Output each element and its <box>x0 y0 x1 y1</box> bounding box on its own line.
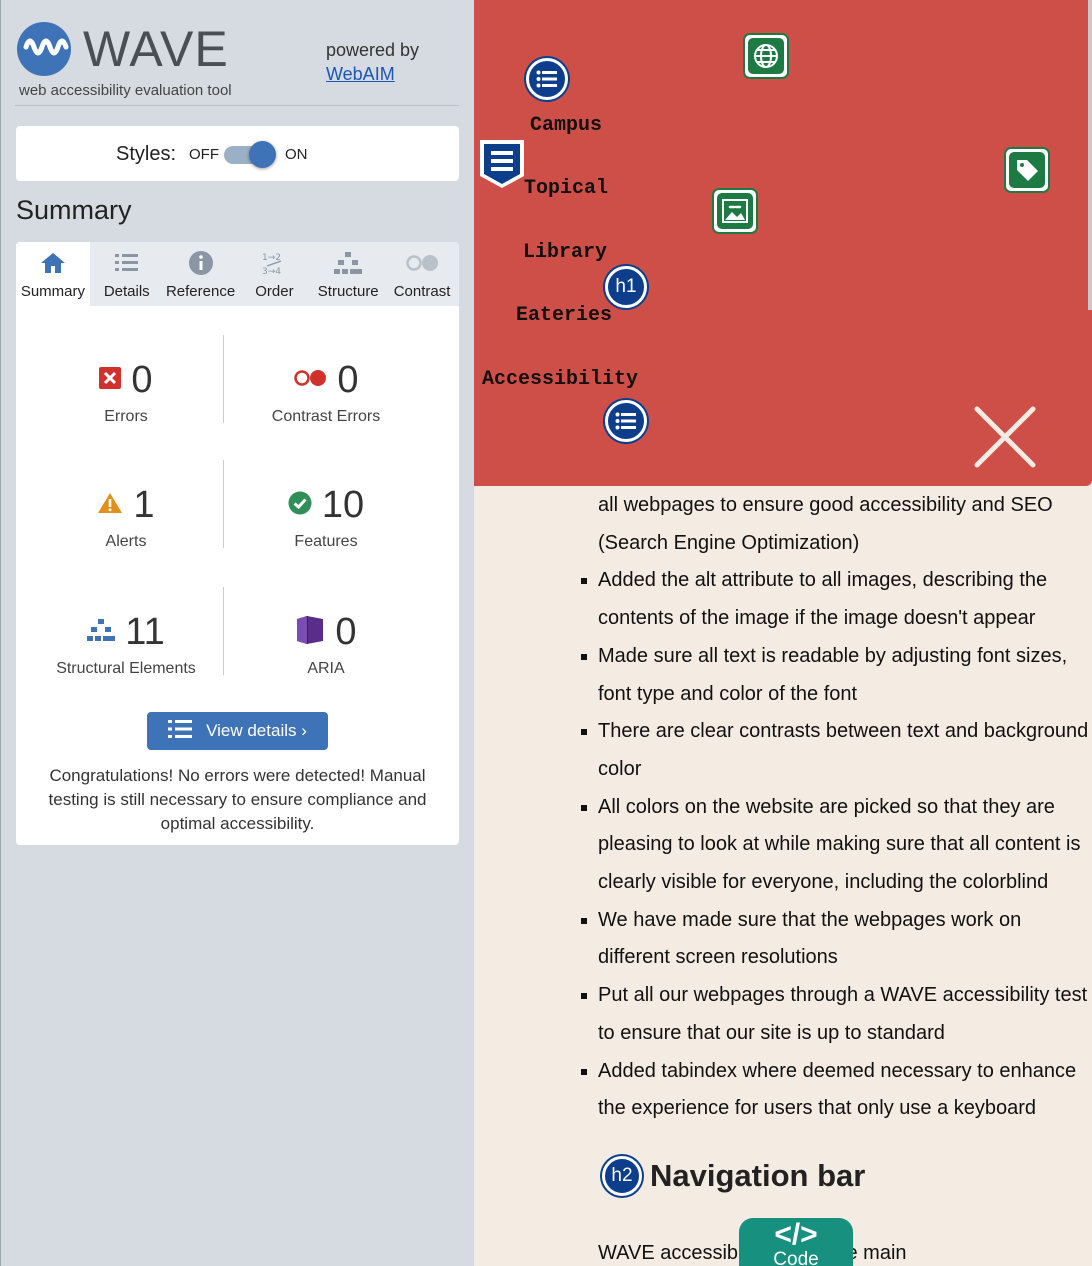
styles-toggle-box: Styles: OFF ON <box>16 126 459 181</box>
language-globe-icon[interactable] <box>743 33 789 79</box>
tag-icon[interactable] <box>1004 147 1050 193</box>
error-icon <box>99 366 122 394</box>
tab-label: Summary <box>20 283 85 300</box>
code-button[interactable]: </> Code <box>739 1218 853 1266</box>
h1-heading-icon[interactable]: h1 <box>605 266 647 308</box>
navigation-menu: Campus Topical Library Eateries Accessib… <box>474 0 1092 486</box>
h1-badge-label: h1 <box>615 276 637 297</box>
stat-aria[interactable]: 0 ARIA <box>226 610 426 678</box>
tab-label: Order <box>255 283 294 300</box>
alerts-count: 1 <box>133 483 155 526</box>
tab-label: Contrast <box>393 283 451 300</box>
styles-off-label: OFF <box>189 146 219 163</box>
list-item: We have made sure that the webpages work… <box>581 902 1092 977</box>
navigation-bar-heading: h2 Navigation bar <box>602 1156 865 1196</box>
structural-label: Structural Elements <box>56 660 196 677</box>
contrast-icon <box>385 250 459 276</box>
nav-item-accessibility[interactable]: Accessibility <box>482 368 638 391</box>
errors-label: Errors <box>104 408 148 425</box>
wave-logo-icon[interactable] <box>17 22 71 76</box>
alerts-label: Alerts <box>105 533 147 550</box>
stat-structural-elements[interactable]: 11 Structural Elements <box>26 610 226 678</box>
stat-contrast-errors[interactable]: 0 Contrast Errors <box>226 358 426 426</box>
contrast-errors-label: Contrast Errors <box>271 408 381 425</box>
code-button-label: Code <box>773 1249 819 1266</box>
contrast-error-icon <box>293 369 327 392</box>
accessibility-content: all webpages to ensure good accessibilit… <box>581 487 1092 1128</box>
list-structure-icon[interactable] <box>526 58 568 100</box>
tab-label: Reference <box>165 283 236 300</box>
code-icon: </> <box>774 1218 818 1251</box>
stat-features[interactable]: 10 Features <box>226 483 426 551</box>
nav-item-campus[interactable]: Campus <box>530 114 602 137</box>
errors-count: 0 <box>131 358 153 401</box>
home-icon <box>16 250 90 276</box>
stat-alerts[interactable]: 1 Alerts <box>26 483 226 551</box>
list-item: Put all our webpages through a WAVE acce… <box>581 977 1092 1052</box>
powered-by: powered by WebAIM <box>326 38 419 86</box>
summary-heading: Summary <box>16 195 132 225</box>
nav-item-topical[interactable]: Topical <box>524 177 608 200</box>
tab-details[interactable]: Details <box>90 242 164 306</box>
webaim-link[interactable]: WebAIM <box>326 64 395 84</box>
order-icon: 1→2 3→4 <box>237 250 311 276</box>
wave-tagline: web accessibility evaluation tool <box>19 82 232 99</box>
list-item: There are clear contrasts between text a… <box>581 713 1092 788</box>
structural-count: 11 <box>125 610 165 653</box>
list-item: all webpages to ensure good accessibilit… <box>598 494 1053 554</box>
list-item: Made sure all text is readable by adjust… <box>581 638 1092 713</box>
structure-icon <box>311 250 385 276</box>
feature-check-icon <box>288 491 312 520</box>
list-item: Added tabindex where deemed necessary to… <box>581 1053 1092 1128</box>
info-icon <box>164 250 238 276</box>
styles-toggle-knob[interactable] <box>249 141 276 168</box>
navigation-region-icon[interactable] <box>478 138 526 190</box>
list-icon <box>168 719 193 744</box>
contrast-errors-count: 0 <box>337 358 359 401</box>
styles-label: Styles: <box>116 143 177 165</box>
list-icon <box>90 250 164 276</box>
list-item: All colors on the website are picked so … <box>581 789 1092 902</box>
features-count: 10 <box>321 483 365 526</box>
nav-item-library[interactable]: Library <box>523 241 607 264</box>
tab-order[interactable]: 1→2 3→4 Order <box>237 242 311 306</box>
close-icon[interactable] <box>971 403 1039 471</box>
summary-panel: Summary Details Reference 1→23→4 Order <box>16 242 459 845</box>
tab-bar: Summary Details Reference 1→23→4 Order <box>16 242 459 306</box>
svg-text:3→4: 3→4 <box>262 267 281 276</box>
tab-summary[interactable]: Summary <box>16 242 90 306</box>
h2-heading-text: Navigation bar <box>650 1158 866 1193</box>
congrats-message: Congratulations! No errors were detected… <box>48 766 427 833</box>
stat-errors[interactable]: 0 Errors <box>26 358 226 426</box>
tab-contrast[interactable]: Contrast <box>385 242 459 306</box>
nav-item-eateries[interactable]: Eateries <box>516 304 612 327</box>
tab-reference[interactable]: Reference <box>164 242 238 306</box>
wave-logo-text: WAVE <box>83 21 229 77</box>
features-label: Features <box>294 533 358 550</box>
accessibility-list: all webpages to ensure good accessibilit… <box>581 487 1092 1128</box>
view-details-button[interactable]: View details › <box>147 712 328 750</box>
aria-count: 0 <box>335 610 357 653</box>
page-preview: Campus Topical Library Eateries Accessib… <box>474 0 1092 1266</box>
tab-structure[interactable]: Structure <box>311 242 385 306</box>
tab-label: Structure <box>317 283 379 300</box>
view-details-label: View details › <box>206 721 307 740</box>
h2-badge-label: h2 <box>611 1165 633 1186</box>
linked-image-icon[interactable] <box>712 188 758 234</box>
list-structure-icon[interactable] <box>605 400 647 442</box>
alert-icon <box>97 492 123 519</box>
wave-sidebar: WAVE web accessibility evaluation tool p… <box>0 0 474 1266</box>
powered-by-label: powered by <box>326 40 420 60</box>
h2-heading-icon[interactable]: h2 <box>602 1156 642 1196</box>
aria-label: ARIA <box>307 660 345 677</box>
aria-icon <box>295 615 325 650</box>
structure-icon <box>87 618 116 647</box>
wave-header: WAVE web accessibility evaluation tool p… <box>15 18 459 106</box>
styles-on-label: ON <box>285 146 308 163</box>
paragraph-text-start: WAVE accessibi <box>598 1242 743 1264</box>
paragraph-text-end: e main <box>846 1242 907 1264</box>
tab-label: Details <box>103 283 150 300</box>
list-item: Added the alt attribute to all images, d… <box>581 562 1092 637</box>
